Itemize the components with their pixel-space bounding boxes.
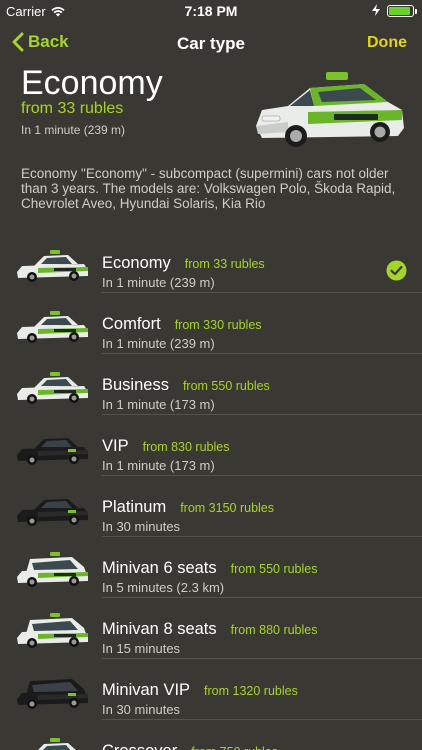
car-type-name: Crossover	[102, 742, 177, 750]
car-type-price: from 330 rubles	[174, 318, 262, 332]
car-type-eta: In 1 minute (173 m)	[102, 458, 215, 473]
car-type-row[interactable]: Economy from 33 rubles In 1 minute (239 m)	[0, 232, 422, 293]
car-type-list: Economy from 33 rubles In 1 minute (239 m)…	[0, 232, 422, 750]
car-type-eta: In 1 minute (239 m)	[102, 336, 215, 351]
car-thumbnail	[14, 612, 90, 650]
car-type-price: from 880 rubles	[230, 623, 318, 637]
car-thumbnail	[14, 307, 90, 345]
car-thumbnail	[14, 490, 90, 528]
car-thumbnail	[14, 673, 90, 711]
car-type-name: Minivan 8 seats	[102, 620, 217, 638]
car-type-row[interactable]: Minivan 6 seats from 550 rubles In 5 minut…	[0, 537, 422, 598]
status-time: 7:18 PM	[184, 3, 238, 19]
done-button[interactable]: Done	[367, 34, 407, 52]
car-type-eta: In 5 minutes (2.3 km)	[102, 580, 225, 595]
car-thumbnail	[14, 246, 90, 284]
car-type-row[interactable]: Minivan 8 seats from 880 rubles In 15 minu…	[0, 598, 422, 659]
car-type-name: Minivan 6 seats	[102, 559, 217, 577]
car-type-row[interactable]: VIP from 830 rubles In 1 minute (173 m)	[0, 415, 422, 476]
car-type-price: from 830 rubles	[142, 440, 230, 454]
charging-icon	[372, 4, 380, 16]
car-type-eta: In 30 minutes	[102, 702, 181, 717]
car-type-eta: In 15 minutes	[102, 641, 181, 656]
car-type-name: Economy	[102, 254, 171, 272]
status-bar: Carrier 7:18 PM	[0, 0, 422, 22]
selected-car-name: Economy	[21, 64, 163, 102]
car-type-name: Minivan VIP	[102, 681, 191, 699]
car-thumbnail	[14, 429, 90, 467]
car-type-name: Comfort	[102, 315, 161, 333]
car-thumbnail	[14, 734, 90, 750]
battery-fill	[389, 7, 410, 15]
selected-car-image	[256, 72, 404, 147]
car-type-name: Business	[102, 376, 169, 394]
car-thumbnail	[14, 368, 90, 406]
car-type-row[interactable]: Business from 550 rubles In 1 minute (173 …	[0, 354, 422, 415]
car-type-eta: In 1 minute (173 m)	[102, 397, 215, 412]
car-type-row[interactable]: Minivan VIP from 1320 rubles In 30 minutes	[0, 659, 422, 720]
nav-bar: Back Car type Done	[0, 22, 422, 66]
selected-car-description: Economy "Economy" - subcompact (supermin…	[21, 166, 396, 211]
car-type-eta: In 1 minute (239 m)	[102, 275, 215, 290]
car-type-name: VIP	[102, 437, 129, 455]
car-type-eta: In 30 minutes	[102, 519, 181, 534]
car-type-row[interactable]: Comfort from 330 rubles In 1 minute (239 m…	[0, 293, 422, 354]
car-type-row[interactable]: Platinum from 3150 rubles In 30 minutes	[0, 476, 422, 537]
car-type-price: from 750 rubles	[191, 745, 278, 750]
car-type-price: from 550 rubles	[230, 562, 318, 576]
car-type-price: from 33 rubles	[184, 257, 265, 271]
car-type-name: Platinum	[102, 498, 167, 516]
battery-icon	[387, 5, 417, 17]
car-type-price: from 1320 rubles	[204, 684, 298, 698]
selected-car-price: from 33 rubles	[21, 100, 124, 117]
checkmark-circle-icon	[386, 260, 407, 281]
car-type-row[interactable]: Crossover from 750 rubles	[0, 720, 422, 750]
car-thumbnail	[14, 551, 90, 589]
selected-car-eta: In 1 minute (239 m)	[21, 123, 126, 137]
car-type-price: from 550 rubles	[182, 379, 270, 393]
car-type-price: from 3150 rubles	[180, 501, 275, 515]
nav-title: Car type	[176, 34, 246, 53]
